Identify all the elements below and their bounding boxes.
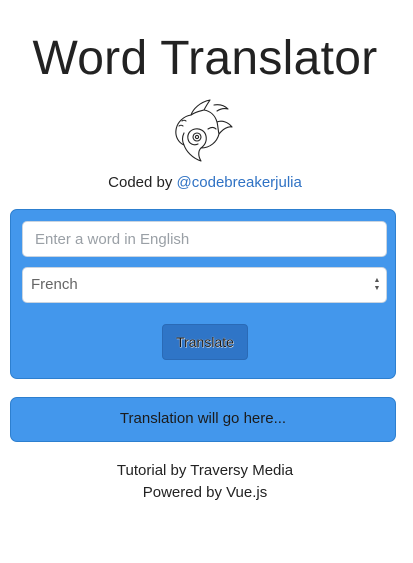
translate-form: French ▲▼ Translate	[10, 209, 396, 379]
footer: Tutorial by Traversy Media Powered by Vu…	[0, 460, 410, 504]
credit-prefix: Coded by	[108, 174, 173, 191]
language-selected-value: French	[31, 276, 78, 293]
tutorial-credit: Tutorial by Traversy Media	[116, 462, 294, 479]
select-arrows-icon: ▲ ▼	[373, 277, 381, 292]
language-select[interactable]: French ▲ ▼	[22, 267, 387, 303]
page: Word Translator Coded by @codebreakerjul…	[0, 0, 413, 563]
logo-icon	[170, 96, 236, 164]
word-input[interactable]	[22, 221, 387, 257]
credit-line: Coded by @codebreakerjulia	[0, 174, 410, 192]
translation-result: Translation will go here...	[10, 397, 396, 442]
powered-by: Powered by Vue.js	[142, 484, 268, 501]
author-link[interactable]: @codebreakerjulia	[177, 174, 302, 191]
page-title: Word Translator	[32, 32, 378, 85]
translate-button[interactable]: Translate	[162, 324, 248, 360]
